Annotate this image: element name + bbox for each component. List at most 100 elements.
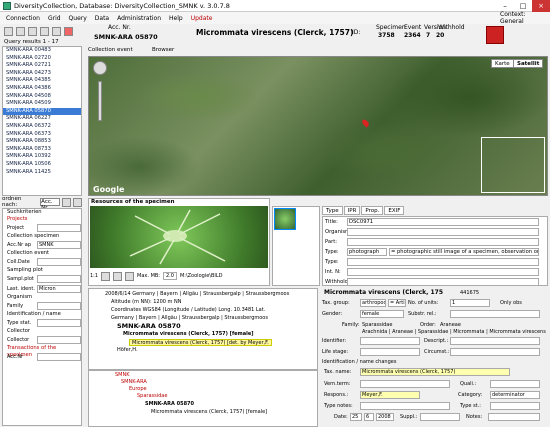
date-year[interactable]: 2008 — [376, 413, 394, 421]
list-item[interactable]: SMNK-ARA 08733 — [3, 146, 81, 154]
list-item[interactable]: SMNK-ARA 02720 — [3, 55, 81, 63]
menu-query[interactable]: Query — [69, 15, 87, 22]
descript-input[interactable] — [450, 337, 540, 345]
gender-select[interactable]: female — [360, 310, 404, 318]
overview-map[interactable] — [481, 137, 545, 193]
tab-prop[interactable]: Prop. — [361, 206, 384, 215]
date-month[interactable]: 6 — [364, 413, 374, 421]
location-pin-icon[interactable] — [360, 118, 371, 128]
type-stat-input[interactable] — [37, 319, 81, 327]
remove-icon[interactable] — [73, 197, 82, 207]
tree-organism[interactable]: Micrommata virescens (Clerck, 1757) [fem… — [123, 331, 254, 338]
tree-altitude[interactable]: Altitude (m NN): 1200 m NN — [111, 299, 182, 306]
category-select[interactable]: determinator — [490, 391, 540, 399]
tree2-organism[interactable]: Micrommata virescens (Clerck, 1757) [fem… — [151, 409, 267, 416]
date-day[interactable]: 25 — [350, 413, 362, 421]
map-type-satellit[interactable]: Satellit — [513, 59, 544, 68]
open-icon[interactable] — [125, 271, 135, 281]
quali-select[interactable] — [490, 380, 540, 388]
int-input[interactable] — [347, 268, 539, 276]
list-item[interactable]: SMNK-ARA 08853 — [3, 138, 81, 146]
menu-administration[interactable]: Administration — [117, 15, 161, 22]
new-icon[interactable] — [4, 26, 13, 36]
list-item[interactable]: SMNK-ARA 11425 — [3, 169, 81, 177]
tree-locality[interactable]: Germany | Bayern | Allgäu | Straussberga… — [111, 315, 268, 322]
collection-event-button[interactable]: Collection event — [88, 47, 133, 53]
tree-collector[interactable]: Höfer,H. — [117, 347, 138, 354]
tab-ipr[interactable]: IPR — [343, 206, 361, 215]
menu-update[interactable]: Update — [191, 15, 213, 22]
filter-icon[interactable] — [28, 26, 37, 36]
locality-input[interactable]: Micron — [37, 285, 81, 293]
order-select[interactable]: Acc. Nr. — [40, 198, 61, 211]
specimen-photo[interactable] — [90, 206, 268, 268]
delete-icon[interactable] — [64, 26, 73, 36]
notes-input[interactable] — [488, 413, 540, 421]
tree-specimen[interactable]: SMNK-ARA 05870 — [117, 323, 181, 330]
list-item-selected[interactable]: SMNK-ARA 05870 — [3, 107, 81, 116]
list-item[interactable]: SMNK-ARA 04273 — [3, 70, 81, 78]
identifier-input[interactable] — [360, 337, 420, 345]
vern-input[interactable] — [360, 380, 450, 388]
tree2-smnk-ara[interactable]: SMNK-ARA — [121, 379, 147, 386]
list-item[interactable]: SMNK-ARA 10392 — [3, 153, 81, 161]
substr-input[interactable] — [450, 310, 540, 318]
tree2-europe[interactable]: Europe — [129, 386, 147, 393]
list-item[interactable]: SMNK-ARA 04509 — [3, 100, 81, 108]
project-input[interactable] — [37, 224, 81, 232]
acc-input[interactable]: SMNK — [37, 241, 81, 249]
tree2-smnk[interactable]: SMNK — [115, 372, 130, 379]
search-icon[interactable] — [16, 26, 25, 36]
list-icon[interactable] — [40, 26, 49, 36]
list-item[interactable]: SMNK-ARA 10506 — [3, 161, 81, 169]
acc-nr-input[interactable] — [37, 353, 81, 361]
list-item[interactable]: SMNK-ARA 06372 — [3, 123, 81, 131]
taxname-input[interactable]: Micrommata virescens (Clerck, 1757) — [360, 368, 510, 376]
respons-input[interactable]: Meyer,F. — [360, 391, 420, 399]
list-item[interactable]: SMNK-ARA 04385 — [3, 77, 81, 85]
menu-data[interactable]: Data — [95, 15, 109, 22]
list-item[interactable]: SMNK-ARA 06227 — [3, 115, 81, 123]
typenotes-input[interactable] — [360, 402, 450, 410]
tax-group-select[interactable]: arthropod — [360, 299, 386, 307]
type2-input[interactable] — [347, 258, 539, 266]
zoom-label[interactable]: 1:1 — [90, 273, 98, 279]
zoom-in-icon[interactable] — [101, 271, 111, 281]
pan-control-icon[interactable] — [93, 61, 107, 75]
only-obs-checkbox[interactable]: Only obs — [500, 300, 522, 306]
withhold-input[interactable] — [347, 278, 539, 286]
copy-icon[interactable] — [52, 26, 61, 36]
list-item[interactable]: SMNK-ARA 04508 — [3, 93, 81, 101]
zoom-out-icon[interactable] — [113, 271, 123, 281]
life-stage-input[interactable] — [360, 348, 420, 356]
browser-button[interactable]: Browser — [152, 47, 174, 53]
max-mb-input[interactable]: 2.0 — [163, 272, 177, 280]
type-select[interactable]: photograph — [347, 248, 387, 256]
title-input[interactable]: DSC0971 — [347, 218, 539, 226]
family-input[interactable] — [37, 302, 81, 310]
sampl-plot-input[interactable] — [37, 275, 81, 283]
menu-grid[interactable]: Grid — [48, 15, 61, 22]
organism-select[interactable] — [347, 228, 539, 236]
tab-type[interactable]: Type — [322, 206, 343, 215]
list-item[interactable]: SMNK-ARA 02721 — [3, 62, 81, 70]
coll-date-input[interactable] — [37, 258, 81, 266]
tab-exif[interactable]: EXIF — [384, 206, 405, 215]
units-input[interactable]: 1 — [450, 299, 490, 307]
tree-identification[interactable]: Micrommata virescens (Clerck, 1757) [det… — [129, 339, 272, 346]
tree2-sparassidae[interactable]: Sparassidae — [137, 393, 167, 400]
part-select[interactable] — [347, 238, 539, 246]
circumst-input[interactable] — [450, 348, 540, 356]
collector-input[interactable] — [37, 336, 81, 344]
typest-select[interactable] — [490, 402, 540, 410]
list-item[interactable]: SMNK-ARA 04386 — [3, 85, 81, 93]
tree-event[interactable]: 2008/6/14 Germany | Bayern | Allgäu | St… — [105, 291, 289, 298]
tree-coordinates[interactable]: Coordinates WGS84 (Longitude / Latitude)… — [111, 307, 265, 314]
menu-help[interactable]: Help — [169, 15, 183, 22]
menu-connection[interactable]: Connection — [6, 15, 40, 22]
zoom-slider[interactable] — [98, 81, 102, 121]
sort-icon[interactable] — [62, 197, 72, 207]
tree2-specimen[interactable]: SMNK-ARA 05870 — [145, 401, 194, 408]
thumbnail-image[interactable] — [274, 208, 296, 230]
list-item[interactable]: SMNK-ARA 00483 — [3, 47, 81, 55]
